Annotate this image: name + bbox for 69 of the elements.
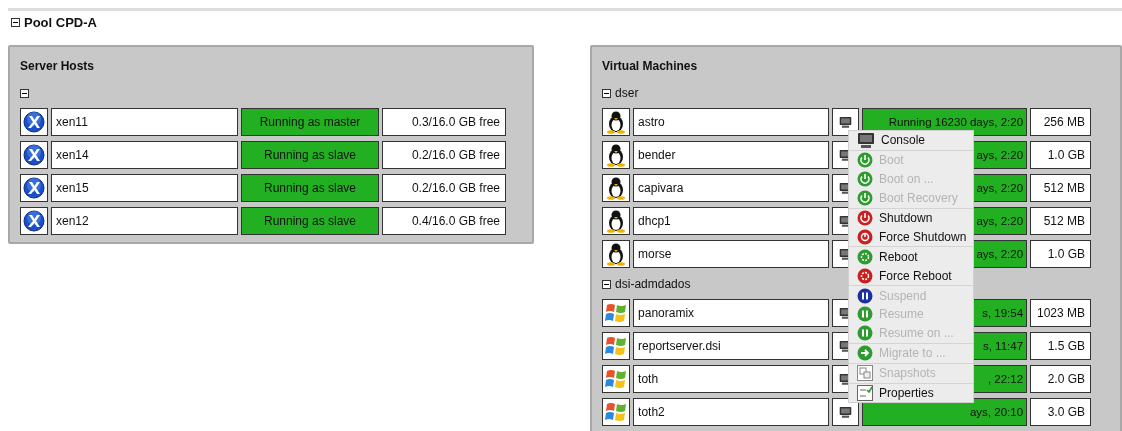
vm-name: toth [633, 365, 830, 393]
snapshots-icon [857, 365, 873, 382]
console-button[interactable] [832, 108, 860, 136]
host-name: xen15 [51, 174, 238, 202]
vm-memory: 1.0 GB [1030, 141, 1092, 169]
vm-name: reportserver.dsi [633, 332, 830, 360]
host-memory: 0.4/16.0 GB free [382, 207, 506, 235]
power-icon [857, 228, 873, 245]
vm-memory: 1.5 GB [1030, 332, 1092, 360]
vm-memory: 2.0 GB [1030, 365, 1092, 393]
windows-flag-icon [604, 335, 629, 357]
panel-title: Server Hosts [20, 59, 96, 73]
vm-memory: 1.0 GB [1030, 240, 1092, 268]
collapse-icon[interactable] [602, 279, 612, 289]
pool-title: Pool CPD-A [24, 15, 97, 30]
host-status: Running as master [241, 108, 379, 136]
vm-name: panoramix [633, 299, 830, 327]
vm-memory: 256 MB [1030, 108, 1092, 136]
windows-flag-icon [604, 401, 629, 423]
reboot-icon [857, 267, 873, 284]
x-logo-icon [23, 111, 45, 133]
reboot-icon [857, 248, 873, 265]
vm-name: astro [633, 108, 830, 136]
x-logo-icon [23, 144, 45, 166]
vm-name: dhcp1 [633, 207, 830, 235]
x-logo-icon [23, 210, 45, 232]
power-icon [857, 171, 873, 188]
power-icon [857, 152, 873, 169]
host-memory: 0.3/16.0 GB free [382, 108, 506, 136]
collapse-icon[interactable] [11, 18, 20, 27]
penguin-icon [605, 110, 628, 134]
vm-memory: 512 MB [1030, 207, 1092, 235]
penguin-icon [605, 143, 628, 167]
host-name: xen14 [51, 141, 238, 169]
group-name: dser [615, 86, 639, 100]
power-icon [857, 210, 873, 226]
host-memory: 0.2/16.0 GB free [382, 174, 506, 202]
vm-name: capivara [633, 174, 830, 202]
host-name: xen11 [51, 108, 238, 136]
windows-flag-icon [604, 302, 629, 324]
power-icon [857, 190, 873, 207]
menu-item[interactable]: Force Reboot [849, 266, 973, 286]
host-status: Running as slave [241, 207, 379, 235]
menu-item[interactable]: Properties [849, 383, 973, 403]
vm-name: toth2 [633, 398, 830, 426]
windows-flag-icon [604, 368, 629, 390]
pause-icon [857, 287, 873, 304]
vm-memory: 512 MB [1030, 174, 1092, 202]
vm-name: morse [633, 240, 830, 268]
panel-title: Virtual Machines [602, 59, 699, 73]
monitor-icon [857, 131, 875, 150]
group-name: dsi-admdados [615, 277, 691, 291]
host-name: xen12 [51, 207, 238, 235]
host-status: Running as slave [241, 174, 379, 202]
x-logo-icon [23, 177, 45, 199]
host-memory: 0.2/16.0 GB free [382, 141, 506, 169]
vm-name: bender [633, 141, 830, 169]
penguin-icon [605, 176, 628, 200]
properties-icon [857, 385, 873, 401]
pause-icon [857, 325, 873, 342]
console-button[interactable] [832, 398, 860, 426]
penguin-icon [605, 242, 628, 266]
vm-memory: 3.0 GB [1030, 398, 1092, 426]
pause-icon [857, 306, 873, 323]
vm-memory: 1023 MB [1030, 299, 1092, 327]
penguin-icon [605, 209, 628, 233]
host-status: Running as slave [241, 141, 379, 169]
collapse-icon[interactable] [602, 88, 612, 98]
collapse-icon[interactable] [20, 88, 29, 98]
